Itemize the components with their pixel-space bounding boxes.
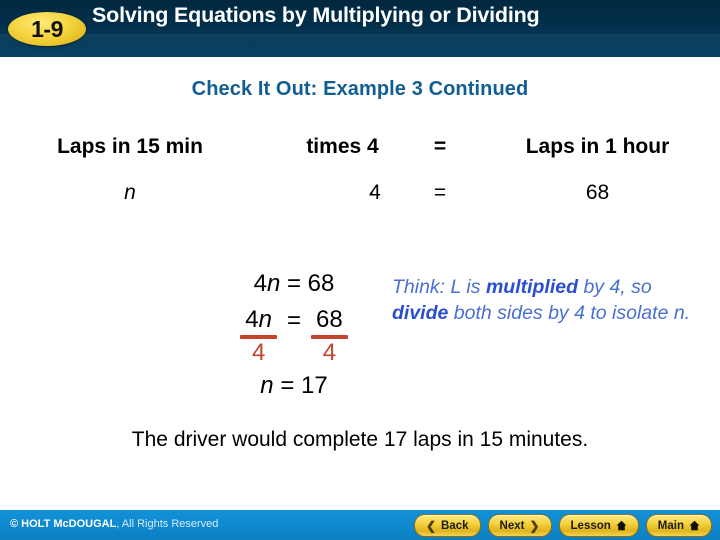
header-laps-15-min: Laps in 15 min (57, 135, 203, 158)
equation-step-3: n = 17 (196, 369, 392, 403)
lesson-number-label: 1-9 (31, 15, 63, 42)
equation-step-3-text: n = 17 (260, 372, 328, 399)
header-equals: = (433, 135, 447, 158)
value-variable-n: n (124, 181, 136, 204)
proportion-table: Laps in 15 min times 4 = Laps in 1 hour … (0, 128, 720, 220)
table-header-row: Laps in 15 min times 4 = Laps in 1 hour (0, 128, 720, 174)
next-button[interactable]: Next ❯ (487, 514, 552, 537)
back-button-label: Back (441, 519, 469, 532)
value-equals: = (433, 181, 447, 204)
think-text-part2: by 4, so (578, 276, 652, 298)
navigation-buttons: ❮ Back Next ❯ Lesson Main (413, 514, 712, 537)
think-emphasis-divide: divide (392, 302, 449, 324)
think-emphasis-multiplied: multiplied (485, 276, 579, 298)
back-button[interactable]: ❮ Back (413, 514, 481, 537)
table-value-row: n · 4 = 68 (0, 174, 720, 220)
main-button-label: Main (657, 519, 684, 532)
page-title: Solving Equations by Multiplying or Divi… (92, 3, 540, 27)
example-subtitle: Check It Out: Example 3 Continued (191, 78, 529, 100)
copyright-brand: © HOLT McDOUGAL (10, 518, 117, 530)
equation-steps: 4n = 68 4n 4 = 68 4 n = 17 (196, 266, 392, 403)
fraction-right-denominator: 4 (322, 339, 337, 366)
think-text-part3: both sides by 4 to isolate n. (448, 302, 691, 324)
fraction-right: 68 4 (311, 306, 348, 367)
copyright-rights: , All Rights Reserved (116, 518, 219, 530)
lesson-number-badge: 1-9 (8, 12, 86, 46)
home-icon (689, 520, 700, 531)
slide-footer: © HOLT McDOUGAL, All Rights Reserved ❮ B… (0, 510, 720, 540)
equation-step-1-text: 4n = 68 (253, 270, 335, 297)
next-button-label: Next (499, 519, 525, 532)
lesson-button[interactable]: Lesson (558, 514, 639, 537)
header-sheen (0, 34, 720, 46)
value-result-68: 68 (585, 181, 610, 204)
chevron-left-icon: ❮ (425, 518, 437, 533)
equation-step-1: 4n = 68 (196, 266, 392, 302)
lesson-button-label: Lesson (570, 519, 611, 532)
fraction-left-denominator: 4 (251, 339, 266, 366)
copyright-notice: © HOLT McDOUGAL, All Rights Reserved (10, 518, 218, 530)
slide-header: 1-9 Solving Equations by Multiplying or … (0, 0, 720, 57)
header-laps-1-hour: Laps in 1 hour (525, 135, 670, 158)
think-text-part1: Think: L is (392, 276, 486, 298)
fraction-left: 4n 4 (240, 306, 277, 367)
main-button[interactable]: Main (645, 514, 712, 537)
conclusion-sentence: The driver would complete 17 laps in 15 … (131, 428, 589, 451)
solution-area: 4n = 68 4n 4 = 68 4 n = 17 Think: L is m… (0, 266, 720, 416)
home-icon (616, 520, 627, 531)
equation-step-2: 4n 4 = 68 4 (196, 306, 392, 367)
fraction-left-numerator: 4n (245, 306, 272, 333)
chevron-right-icon: ❯ (529, 518, 540, 533)
think-hint-note: Think: L is multiplied by 4, so divide b… (392, 274, 704, 326)
fraction-equals-sign: = (287, 307, 302, 334)
fraction-right-numerator: 68 (316, 306, 343, 333)
